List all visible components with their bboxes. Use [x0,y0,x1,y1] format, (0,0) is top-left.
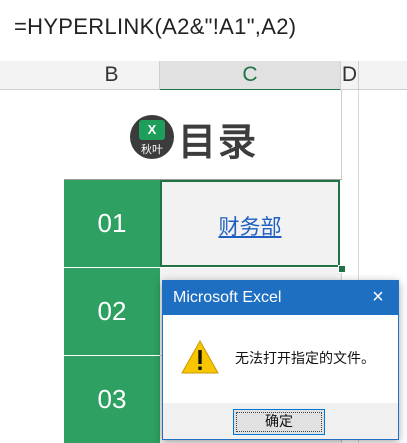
logo-sub-label: 秋叶 [141,143,163,156]
logo-x-mark: X [139,120,165,140]
column-header-c[interactable]: C [160,61,341,91]
close-icon[interactable]: × [366,285,390,309]
dialog-titlebar[interactable]: Microsoft Excel × [163,281,398,315]
dialog-body: 无法打开指定的文件。 确定 [163,315,398,439]
hyperlink-finance[interactable]: 财务部 [162,211,338,241]
column-header-e[interactable] [359,61,407,90]
row-number-cell[interactable]: 01 [64,180,160,268]
excel-logo-icon: X 秋叶 [130,115,174,159]
select-all-corner[interactable] [0,61,65,90]
column-header-b[interactable]: B [64,61,160,90]
dialog-message: 无法打开指定的文件。 [235,351,375,367]
warning-icon [181,339,219,374]
selected-cell-c2[interactable]: 财务部 [160,180,340,267]
row-number-cell[interactable]: 02 [64,268,160,356]
column-header-d[interactable]: D [341,61,359,90]
error-dialog: Microsoft Excel × 无法打开指定的文件。 确定 [162,280,399,440]
fill-handle[interactable] [338,265,346,273]
formula-text[interactable]: =HYPERLINK(A2&"!A1",A2) [14,14,296,40]
row-number-cell[interactable]: 03 [64,356,160,443]
dialog-title: Microsoft Excel [173,289,282,306]
formula-bar[interactable]: =HYPERLINK(A2&"!A1",A2) [0,0,407,61]
page-title: 目录 [178,120,259,164]
dialog-footer: 确定 [163,403,398,439]
focus-ring [236,412,322,432]
ok-button[interactable]: 确定 [233,409,325,435]
